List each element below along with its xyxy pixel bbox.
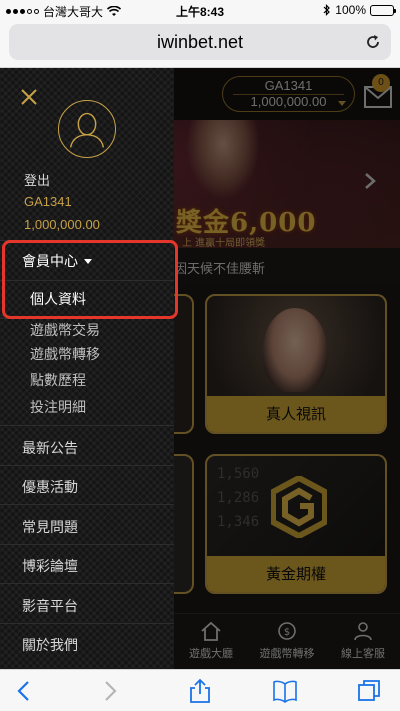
side-drawer: 登出 GA1341 1,000,000.00 會員中心 個人資料 遊戲幣交易 遊…	[0, 68, 174, 669]
browser-address-bar: iwinbet.net	[0, 20, 400, 68]
submenu-coin-trade[interactable]: 遊戲幣交易	[30, 320, 100, 340]
status-bar: 台灣大哥大 上午8:43 100%	[0, 0, 400, 20]
drawer-user-id: GA1341	[24, 194, 72, 209]
share-icon[interactable]	[187, 678, 213, 704]
back-icon[interactable]	[12, 678, 38, 704]
tabs-icon[interactable]	[356, 678, 382, 704]
menu-announcements[interactable]: 最新公告	[22, 438, 78, 458]
bluetooth-icon	[323, 4, 331, 16]
bookmarks-icon[interactable]	[272, 678, 298, 704]
browser-toolbar	[0, 669, 400, 711]
close-icon[interactable]	[20, 88, 38, 106]
drawer-user-balance: 1,000,000.00	[24, 217, 100, 232]
battery-percent: 100%	[335, 3, 366, 17]
submenu-points-history[interactable]: 點數歷程	[30, 370, 86, 390]
battery-icon	[370, 4, 396, 16]
annotation-highlight	[2, 240, 178, 319]
reload-icon[interactable]	[363, 32, 383, 52]
menu-promotions[interactable]: 優惠活動	[22, 477, 78, 497]
avatar-icon	[58, 100, 116, 158]
url-text: iwinbet.net	[156, 32, 244, 52]
menu-forum[interactable]: 博彩論壇	[22, 556, 78, 576]
submenu-coin-transfer[interactable]: 遊戲幣轉移	[30, 344, 100, 364]
menu-video[interactable]: 影音平台	[22, 596, 78, 616]
url-field[interactable]: iwinbet.net	[9, 24, 391, 60]
menu-about[interactable]: 關於我們	[22, 635, 78, 655]
menu-faq[interactable]: 常見問題	[22, 517, 78, 537]
forward-icon[interactable]	[96, 678, 122, 704]
logout-link[interactable]: 登出	[24, 170, 50, 189]
submenu-bet-details[interactable]: 投注明細	[30, 397, 86, 417]
